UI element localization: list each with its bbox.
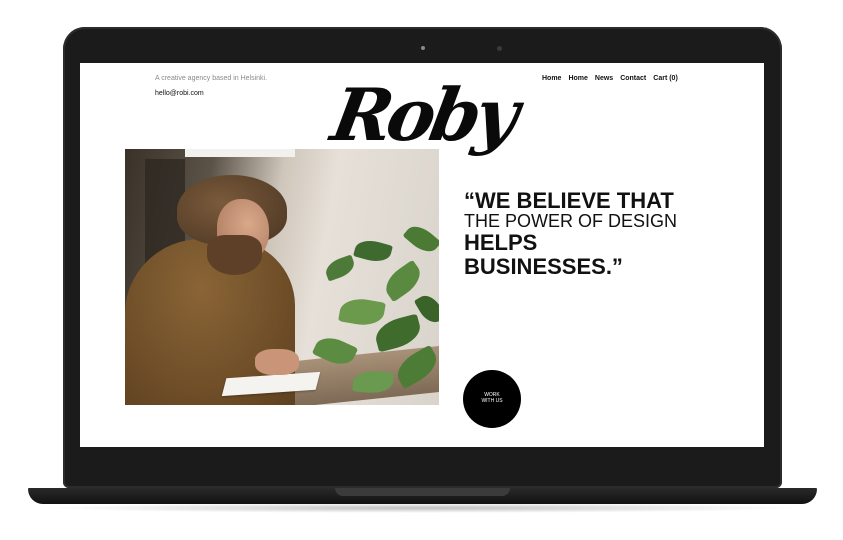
hero-quote: “WE BELIEVE THAT THE POWER OF DESIGN HEL… xyxy=(464,189,684,278)
sensor-icon xyxy=(497,46,502,51)
plant-leaf xyxy=(322,254,358,282)
plant-leaf xyxy=(379,259,427,303)
camera-icon xyxy=(421,46,425,50)
nav-item-news[interactable]: News xyxy=(595,75,613,82)
trackpad-notch xyxy=(335,488,510,496)
nav-item-home-2[interactable]: Home xyxy=(568,75,587,82)
photo-person-beard xyxy=(207,235,262,275)
quote-line-1: “WE BELIEVE THAT xyxy=(464,188,674,213)
cta-label: WORK WITH US xyxy=(481,392,503,405)
nav-item-home[interactable]: Home xyxy=(542,75,561,82)
quote-line-2: THE POWER OF DESIGN xyxy=(464,211,678,232)
website-screen: A creative agency based in Helsinki. hel… xyxy=(80,63,764,447)
plant-leaf xyxy=(353,236,393,266)
plant-leaf xyxy=(402,220,439,258)
cta-line-2: WITH US xyxy=(481,398,503,404)
laptop-shadow xyxy=(40,503,805,513)
main-nav: Home Home News Contact Cart (0) xyxy=(542,75,678,82)
site-logo[interactable]: Roby xyxy=(326,72,521,157)
site-tagline: A creative agency based in Helsinki. xyxy=(155,75,268,82)
nav-item-cart[interactable]: Cart (0) xyxy=(653,75,678,82)
hero-photo xyxy=(125,149,439,405)
email-link[interactable]: hello@robi.com xyxy=(155,90,204,97)
laptop-base xyxy=(28,488,817,504)
plant-leaf xyxy=(338,295,386,329)
photo-window-light xyxy=(185,149,295,157)
photo-person-hand xyxy=(255,349,299,375)
nav-item-contact[interactable]: Contact xyxy=(620,75,646,82)
work-with-us-button[interactable]: WORK WITH US xyxy=(463,370,521,428)
quote-line-3: HELPS BUSINESSES.” xyxy=(464,230,623,279)
